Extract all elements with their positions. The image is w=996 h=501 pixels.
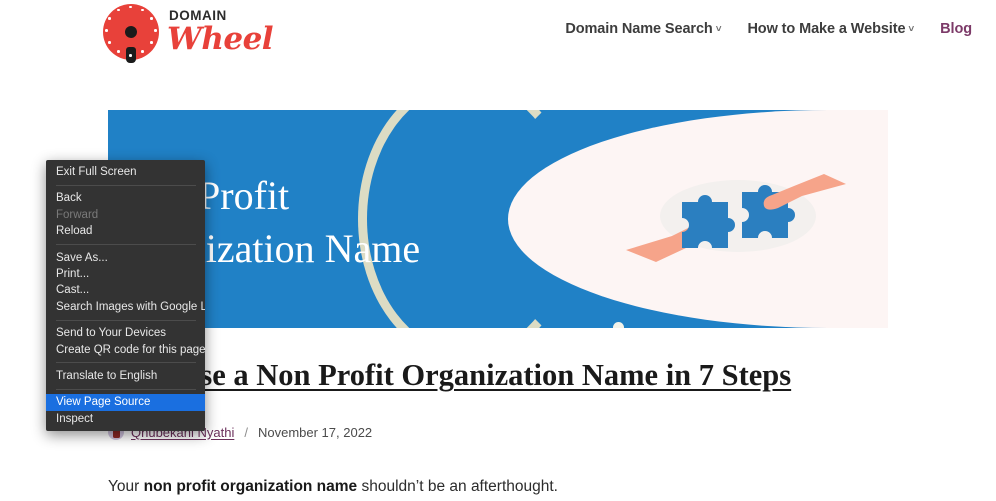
context-menu-separator [56, 244, 196, 246]
page-title-text: o Choose a Non Profit Organization Name … [108, 358, 792, 393]
context-menu-item-send-to-your-devices[interactable]: Send to Your Devices [46, 325, 205, 341]
context-menu-separator [56, 184, 196, 186]
byline-separator: / [244, 424, 248, 440]
hero-arc-dot [613, 322, 624, 328]
context-menu-item-save-as[interactable]: Save As... [46, 250, 205, 266]
context-menu-item-back[interactable]: Back [46, 190, 205, 206]
context-menu-item-search-images-with-google-lens[interactable]: Search Images with Google Lens [46, 299, 205, 315]
paragraph-prefix: Your [108, 477, 144, 495]
page-title: o Choose a Non Profit Organization Name … [108, 353, 878, 399]
site-logo[interactable]: DOMAIN Wheel [103, 4, 274, 63]
context-menu-separator [56, 362, 196, 364]
context-menu-separator [56, 388, 196, 390]
nav-label: How to Make a Website [747, 21, 906, 37]
nav-item-how-to-make-a-website[interactable]: How to Make a Website ˅ [747, 21, 914, 37]
main-navigation: Domain Name Search ˅ How to Make a Websit… [565, 21, 972, 37]
context-menu-item-inspect[interactable]: Inspect [46, 411, 205, 427]
puzzle-hands-illustration [626, 174, 846, 262]
context-menu-item-forward: Forward [56, 208, 99, 221]
context-menu-item-view-page-source[interactable]: View Page Source [46, 394, 205, 411]
prize-wheel-icon [103, 4, 159, 63]
hero-banner: on Profit ganization Name [108, 110, 888, 328]
browser-context-menu[interactable]: Exit Full Screen Back Forward Reload Save As… [46, 160, 205, 432]
chevron-down-icon: ˅ [715, 24, 722, 35]
context-menu-separator [56, 319, 196, 321]
byline-date: November 17, 2022 [257, 424, 373, 440]
context-menu-item-create-qr-code-for-this-page[interactable]: Create QR code for this page [46, 342, 205, 358]
context-menu-item-print[interactable]: Print... [46, 266, 205, 282]
paragraph-bold-phrase: non profit organization name [143, 477, 358, 495]
paragraph-suffix: shouldn’t be an afterthought. [357, 477, 558, 495]
article-intro-paragraph: Your non profit organization name should… [108, 475, 868, 500]
context-menu-item-reload[interactable]: Reload [46, 223, 205, 239]
site-header: DOMAIN Wheel Domain Name Search ˅ How to … [0, 0, 996, 63]
nav-label: Domain Name Search [565, 21, 713, 37]
logo-wheel-text: Wheel [167, 20, 274, 57]
context-menu-item-translate-to-english[interactable]: Translate to English [46, 368, 205, 384]
context-menu-item-cast[interactable]: Cast... [46, 282, 205, 298]
nav-item-domain-name-search[interactable]: Domain Name Search ˅ [565, 21, 721, 37]
context-menu-item-exit-full-screen[interactable]: Exit Full Screen [46, 164, 205, 180]
chevron-down-icon: ˅ [908, 24, 915, 35]
hero-title: on Profit ganization Name [148, 173, 421, 271]
nav-item-blog[interactable]: Blog [940, 21, 972, 37]
